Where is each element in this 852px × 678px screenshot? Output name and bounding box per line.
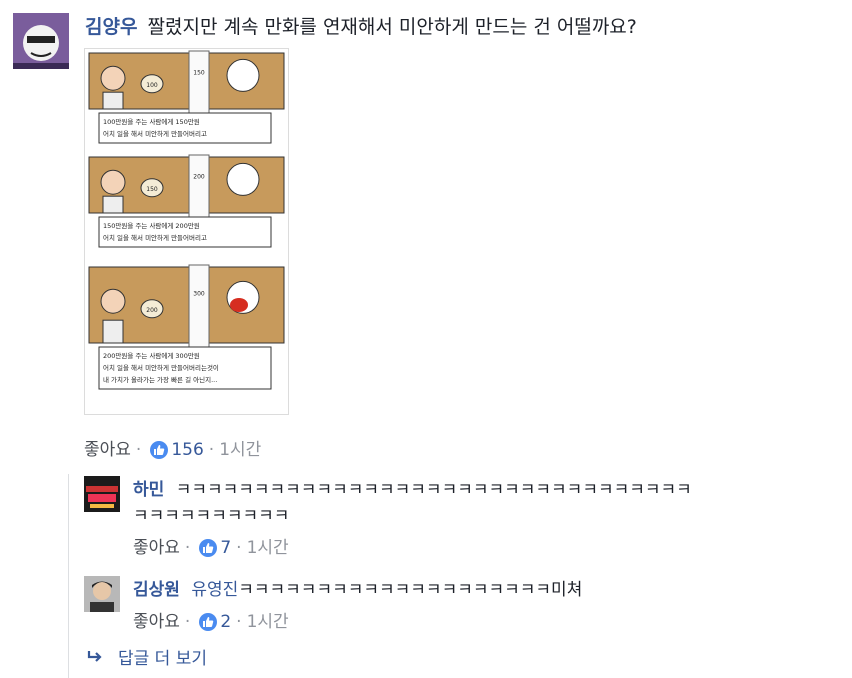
comic-board-label: 150 [193, 70, 205, 77]
comic-caption-line: 내 가치가 올라가는 가장 빠른 길 아닌지... [103, 375, 217, 384]
like-count[interactable]: 7 [220, 538, 231, 558]
comic-caption-line: 100만원을 주는 사람에게 150만원 [103, 117, 200, 126]
comment-header: 김양우 짤렸지만 계속 만화를 연재해서 미안하게 만드는 건 어떨까요? [85, 14, 637, 40]
comic-character-mouth [230, 298, 248, 312]
thread-line [68, 474, 69, 678]
separator: · [236, 538, 242, 558]
reply-avatar[interactable] [84, 576, 120, 612]
separator: · [135, 440, 142, 460]
like-link[interactable]: 좋아요 [133, 538, 180, 558]
more-replies-link[interactable]: 답글 더 보기 [86, 647, 207, 671]
comic-character [226, 162, 260, 196]
reply-text-continued: ㅋㅋㅋㅋㅋㅋㅋㅋㅋㅋ [133, 506, 290, 526]
comic-man-body [102, 195, 124, 214]
separator: · [208, 440, 215, 460]
comic-man-body [102, 91, 124, 110]
comic-caption-line: 200만원을 주는 사람에게 300만원 [103, 351, 200, 360]
separator: · [184, 538, 191, 558]
reply-body: 김상원 유영진ㅋㅋㅋㅋㅋㅋㅋㅋㅋㅋㅋㅋㅋㅋㅋㅋㅋㅋㅋㅋ미쳐 [133, 577, 582, 603]
reply-author[interactable]: 김상원 [133, 580, 180, 600]
comic-image[interactable]: 100 150 100만원을 주는 사람에게 150만원어치 일을 해서 미안하게 … [84, 48, 289, 415]
comic-caption-line: 150만원을 주는 사람에게 200만원 [103, 221, 200, 230]
commenter-avatar[interactable] [13, 13, 69, 69]
money-bag-label: 100 [146, 82, 158, 89]
like-link[interactable]: 좋아요 [133, 612, 180, 632]
reply-text: ㅋㅋㅋㅋㅋㅋㅋㅋㅋㅋㅋㅋㅋㅋㅋㅋㅋㅋㅋㅋㅋㅋㅋㅋㅋㅋㅋㅋㅋㅋㅋㅋㅋ [175, 480, 692, 500]
comic-board-label: 300 [193, 291, 205, 298]
reply-arrow-icon [86, 647, 108, 671]
comic-character [226, 58, 260, 92]
thumbs-up-icon [150, 441, 169, 459]
separator: · [236, 612, 242, 632]
reply-body: 하민 ㅋㅋㅋㅋㅋㅋㅋㅋㅋㅋㅋㅋㅋㅋㅋㅋㅋㅋㅋㅋㅋㅋㅋㅋㅋㅋㅋㅋㅋㅋㅋㅋㅋ ㅋㅋㅋ… [133, 477, 692, 529]
thumbs-up-icon [199, 539, 218, 557]
comic-board-label: 200 [193, 174, 205, 181]
reply-actions: 좋아요 · 7 · 1시간 [133, 536, 289, 560]
comment-author[interactable]: 김양우 [85, 16, 137, 38]
comic-caption-line: 어치 일을 해서 미안하게 만들어버리고 [103, 233, 207, 242]
reply-actions: 좋아요 · 2 · 1시간 [133, 610, 289, 634]
mention-link[interactable]: 유영진 [191, 580, 238, 600]
like-link[interactable]: 좋아요 [84, 440, 131, 460]
like-count[interactable]: 156 [171, 440, 203, 460]
comic-man-body [102, 319, 124, 344]
comment-actions: 좋아요 · 156 · 1시간 [84, 438, 261, 462]
money-bag-label: 150 [146, 186, 158, 193]
comic-man [100, 288, 126, 314]
comic-man [100, 65, 126, 91]
reply-avatar[interactable] [84, 476, 120, 512]
reply-time[interactable]: 1시간 [247, 612, 289, 632]
like-count[interactable]: 2 [220, 612, 231, 632]
separator: · [184, 612, 191, 632]
comic-man [100, 169, 126, 195]
comment-text: 짤렸지만 계속 만화를 연재해서 미안하게 만드는 건 어떨까요? [147, 16, 637, 38]
reply-text: ㅋㅋㅋㅋㅋㅋㅋㅋㅋㅋㅋㅋㅋㅋㅋㅋㅋㅋㅋㅋ미쳐 [238, 580, 583, 600]
comic-board [188, 50, 210, 114]
comic-board [188, 154, 210, 218]
thumbs-up-icon [199, 613, 218, 631]
comic-caption-line: 어치 일을 해서 미안하게 만들어버리고 [103, 129, 207, 138]
comic-caption-line: 어치 일을 해서 미안하게 만들어버리는것이 [103, 363, 219, 372]
comic-board [188, 264, 210, 348]
more-replies-label: 답글 더 보기 [118, 649, 208, 669]
comment-time[interactable]: 1시간 [219, 440, 261, 460]
money-bag-label: 200 [146, 307, 158, 314]
reply-time[interactable]: 1시간 [247, 538, 289, 558]
reply-author[interactable]: 하민 [133, 480, 164, 500]
